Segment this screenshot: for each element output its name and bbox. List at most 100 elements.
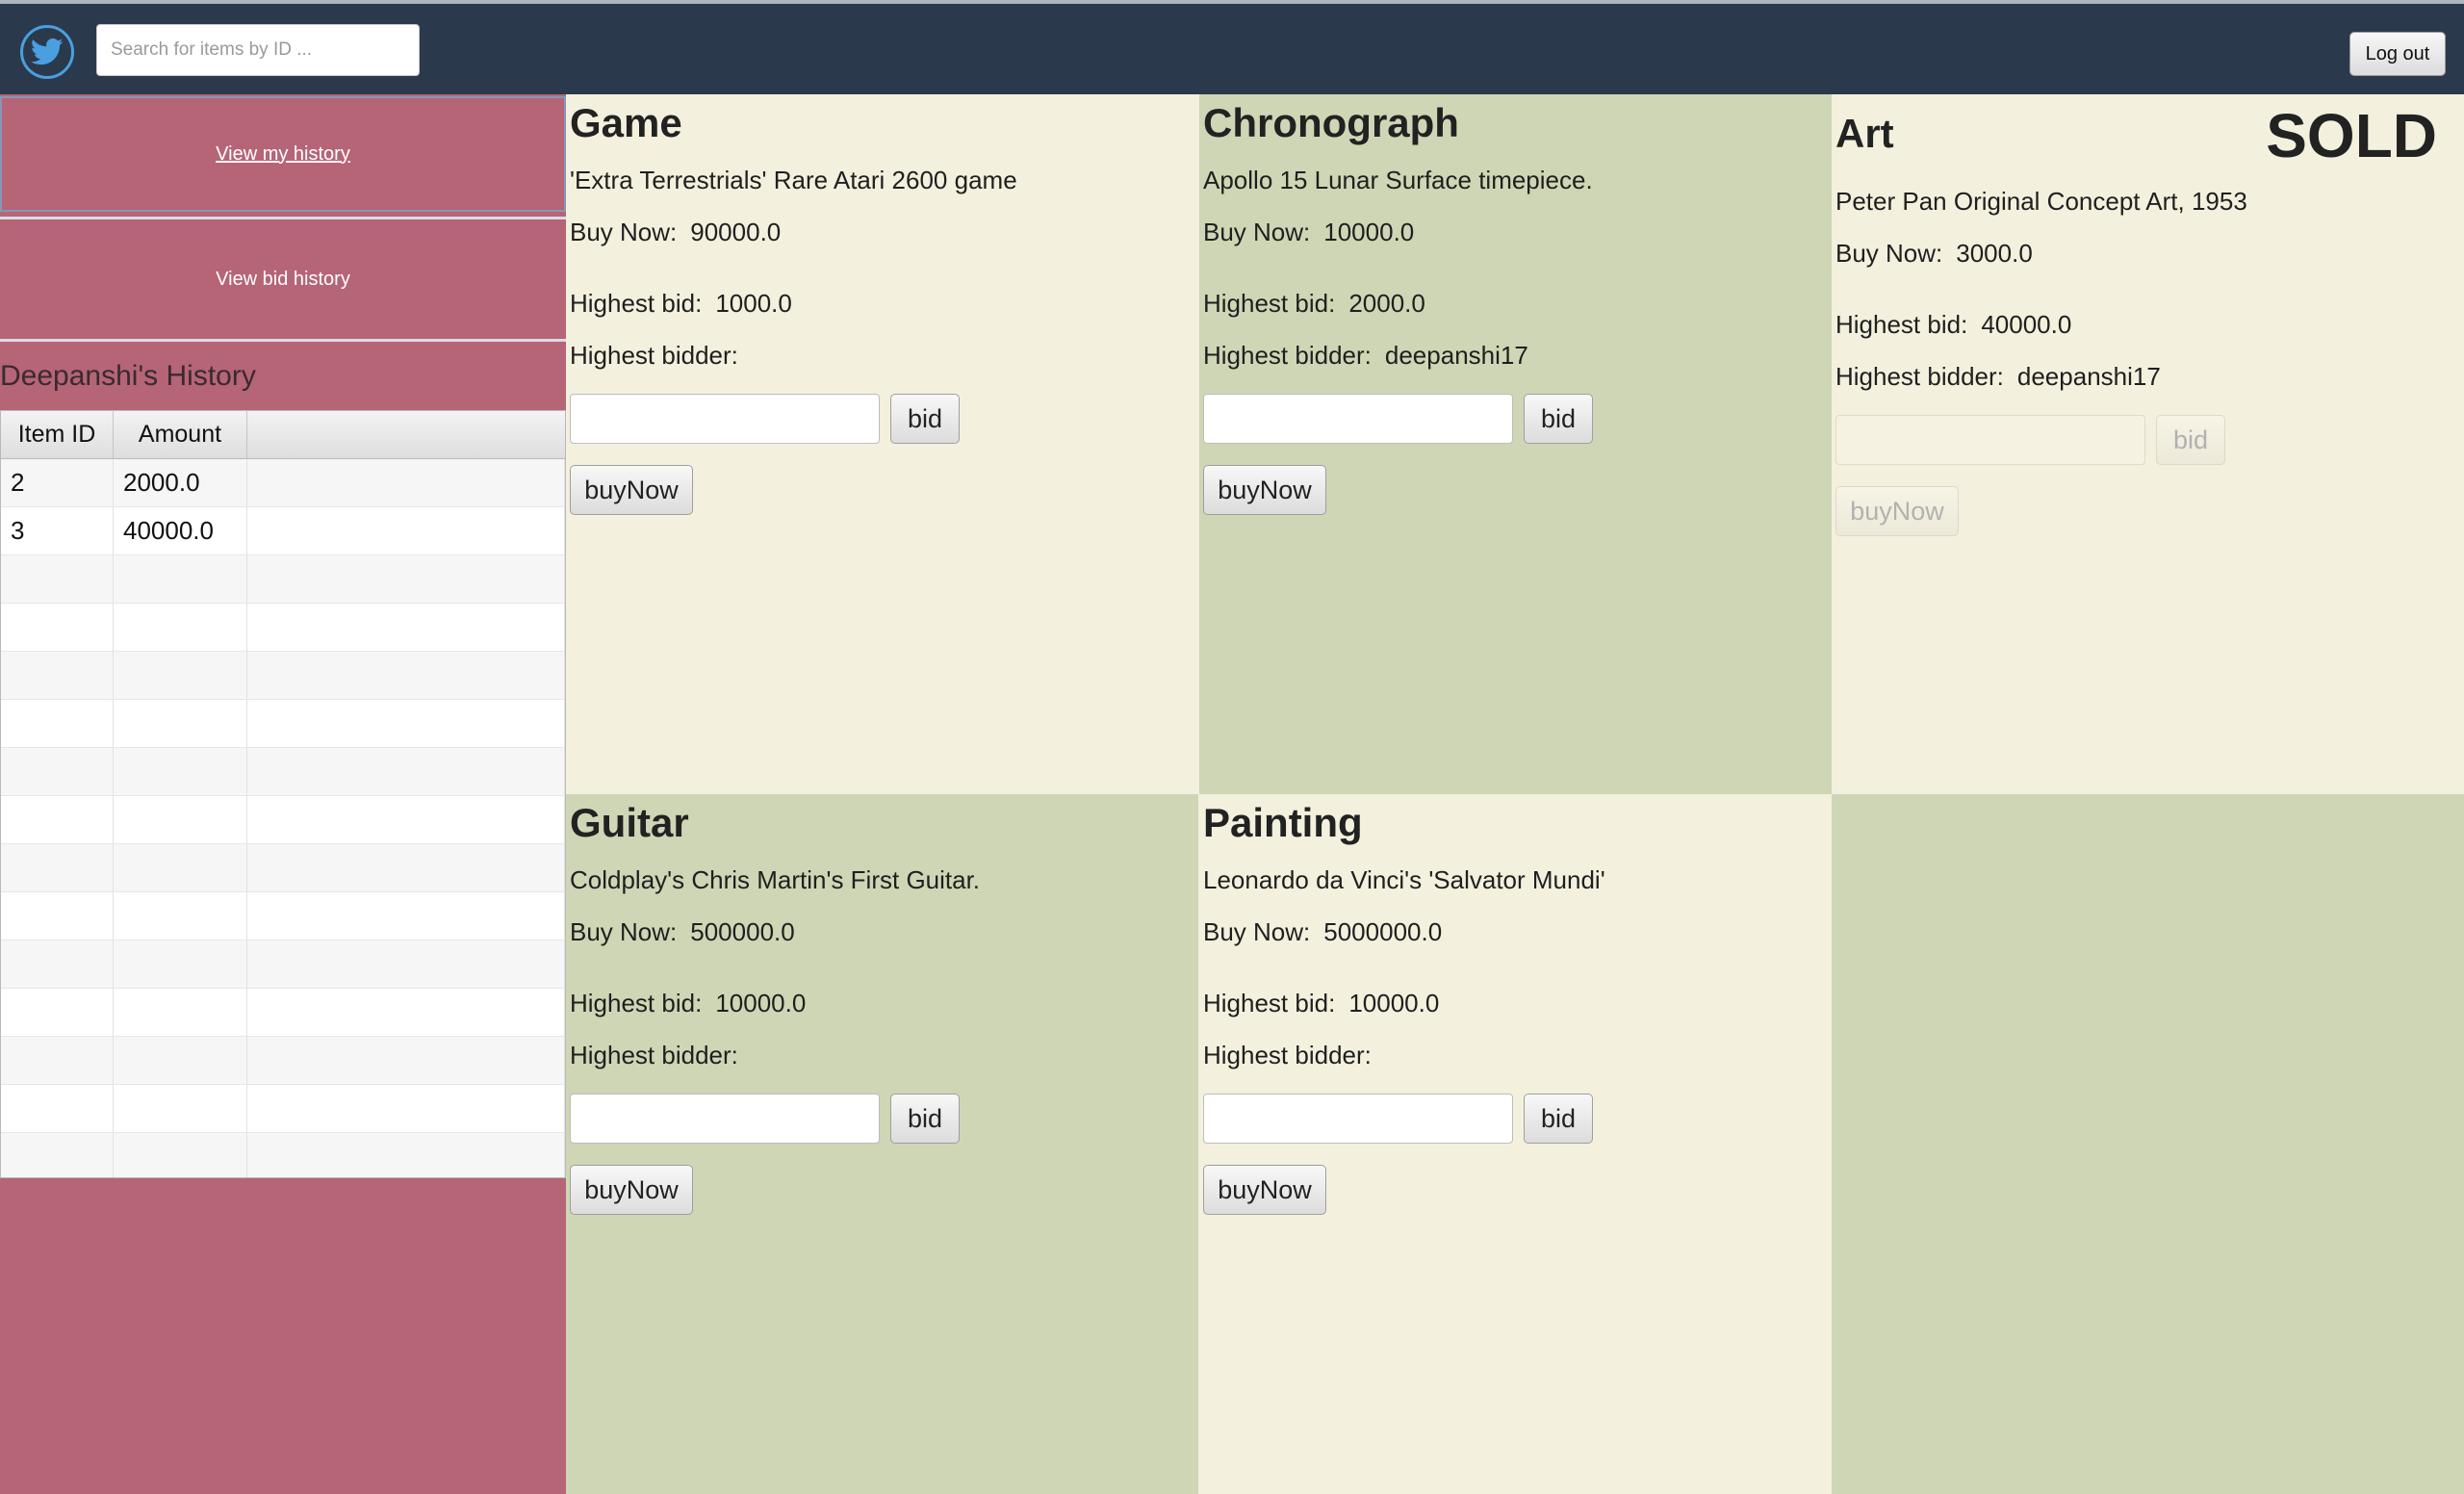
bid-amount-input[interactable] — [570, 394, 880, 444]
empty-table-row[interactable] — [1, 652, 565, 700]
bid-button[interactable]: bid — [1524, 1094, 1593, 1144]
item-title: Game — [570, 100, 682, 145]
empty-cell — [1, 700, 114, 747]
bid-button[interactable]: bid — [890, 394, 960, 444]
highest-bid-value: 1000.0 — [715, 289, 792, 318]
empty-table-row[interactable] — [1, 892, 565, 940]
bid-button[interactable]: bid — [1524, 394, 1593, 444]
sold-badge: SOLD — [2266, 101, 2437, 170]
highest-bidder-label: Highest bidder: — [1203, 1041, 1372, 1069]
item-description: Leonardo da Vinci's 'Salvator Mundi' — [1203, 865, 1605, 894]
view-bid-history-button[interactable]: View bid history — [0, 217, 566, 342]
item-title: Painting — [1203, 800, 1363, 845]
highest-bid: Highest bid: 1000.0 — [570, 289, 792, 319]
buy-now-price: Buy Now: 5000000.0 — [1203, 917, 1442, 947]
empty-cell — [1, 748, 114, 795]
empty-cell — [247, 459, 565, 506]
bid-button[interactable]: bid — [890, 1094, 960, 1144]
view-my-history-button[interactable]: View my history — [0, 96, 566, 212]
history-title: Deepanshi's History — [0, 360, 256, 392]
column-header-empty[interactable] — [247, 411, 565, 458]
empty-cell — [1, 604, 114, 651]
empty-cell — [114, 892, 247, 940]
empty-cell — [247, 748, 565, 795]
empty-cell — [1, 652, 114, 699]
empty-cell — [114, 989, 247, 1036]
empty-table-row[interactable] — [1, 1085, 565, 1133]
view-my-history-label[interactable]: View my history — [216, 143, 350, 166]
empty-table-row[interactable] — [1, 604, 565, 652]
item-card-art: Art SOLD Peter Pan Original Concept Art,… — [1832, 94, 2464, 794]
buy-now-button[interactable]: buyNow — [1203, 1165, 1326, 1215]
highest-bidder: Highest bidder: — [570, 341, 752, 371]
bid-amount-input[interactable] — [1835, 415, 2145, 465]
highest-bid-value: 10000.0 — [715, 989, 807, 1017]
table-row[interactable]: 2 2000.0 — [1, 459, 565, 507]
empty-table-row[interactable] — [1, 844, 565, 892]
empty-table-row[interactable] — [1, 748, 565, 796]
empty-cell — [1, 989, 114, 1036]
history-table[interactable]: Item ID Amount 2 2000.0 3 40000.0 — [0, 410, 566, 1178]
empty-cell — [247, 652, 565, 699]
highest-bidder-value: deepanshi17 — [1384, 341, 1528, 370]
empty-table-row[interactable] — [1, 940, 565, 989]
buy-now-button[interactable]: buyNow — [570, 465, 693, 515]
bid-amount-input[interactable] — [1203, 1094, 1513, 1144]
highest-bid: Highest bid: 40000.0 — [1835, 310, 2071, 340]
empty-table-row[interactable] — [1, 989, 565, 1037]
item-description: Apollo 15 Lunar Surface timepiece. — [1203, 166, 1593, 194]
item-title: Art — [1835, 111, 1894, 156]
empty-cell — [247, 1085, 565, 1132]
buy-now-button[interactable]: buyNow — [1835, 486, 1959, 536]
twitter-bird-icon[interactable] — [20, 25, 74, 79]
buy-now-value: 3000.0 — [1956, 239, 2033, 268]
search-input[interactable] — [96, 24, 420, 76]
empty-cell — [247, 989, 565, 1036]
item-title: Chronograph — [1203, 100, 1459, 145]
empty-cell — [247, 700, 565, 747]
view-bid-history-label[interactable]: View bid history — [216, 269, 350, 291]
highest-bid: Highest bid: 2000.0 — [1203, 289, 1425, 319]
empty-table-row[interactable] — [1, 1037, 565, 1085]
buy-now-price: Buy Now: 90000.0 — [570, 218, 781, 247]
empty-cell — [1, 1037, 114, 1084]
empty-cell — [114, 1037, 247, 1084]
item-card-game: Game 'Extra Terrestrials' Rare Atari 260… — [566, 94, 1198, 794]
item-description: Peter Pan Original Concept Art, 1953 — [1835, 187, 2247, 216]
buy-now-label: Buy Now: — [1203, 917, 1311, 946]
empty-cell — [114, 1085, 247, 1132]
highest-bid-label: Highest bid: — [1203, 289, 1336, 318]
empty-cell — [1, 844, 114, 891]
buy-now-price: Buy Now: 10000.0 — [1203, 218, 1414, 247]
empty-cell — [1, 555, 114, 603]
highest-bid-label: Highest bid: — [1203, 989, 1336, 1017]
buy-now-label: Buy Now: — [1835, 239, 1943, 268]
highest-bid-value: 40000.0 — [1981, 310, 2072, 339]
amount-cell: 40000.0 — [114, 507, 247, 554]
item-card-guitar: Guitar Coldplay's Chris Martin's First G… — [566, 794, 1198, 1494]
bid-amount-input[interactable] — [570, 1094, 880, 1144]
empty-table-row[interactable] — [1, 796, 565, 844]
buy-now-label: Buy Now: — [570, 218, 678, 246]
buy-now-price: Buy Now: 500000.0 — [570, 917, 795, 947]
column-header-amount[interactable]: Amount — [114, 411, 247, 458]
empty-table-row[interactable] — [1, 700, 565, 748]
item-id-cell: 3 — [1, 507, 114, 554]
bid-amount-input[interactable] — [1203, 394, 1513, 444]
buy-now-value: 10000.0 — [1323, 218, 1415, 246]
empty-table-row[interactable] — [1, 1133, 565, 1177]
top-bar: Log out — [0, 0, 2464, 94]
empty-cell — [247, 796, 565, 843]
table-row[interactable]: 3 40000.0 — [1, 507, 565, 555]
empty-cell — [1, 1085, 114, 1132]
empty-cell — [1, 892, 114, 940]
buy-now-button[interactable]: buyNow — [1203, 465, 1326, 515]
buy-now-button[interactable]: buyNow — [570, 1165, 693, 1215]
item-card-painting: Painting Leonardo da Vinci's 'Salvator M… — [1199, 794, 1832, 1494]
logout-button[interactable]: Log out — [2349, 32, 2446, 76]
column-header-item-id[interactable]: Item ID — [1, 411, 114, 458]
empty-cell — [114, 652, 247, 699]
bid-button[interactable]: bid — [2156, 415, 2225, 465]
highest-bidder: Highest bidder: deepanshi17 — [1835, 362, 2161, 392]
empty-table-row[interactable] — [1, 555, 565, 604]
